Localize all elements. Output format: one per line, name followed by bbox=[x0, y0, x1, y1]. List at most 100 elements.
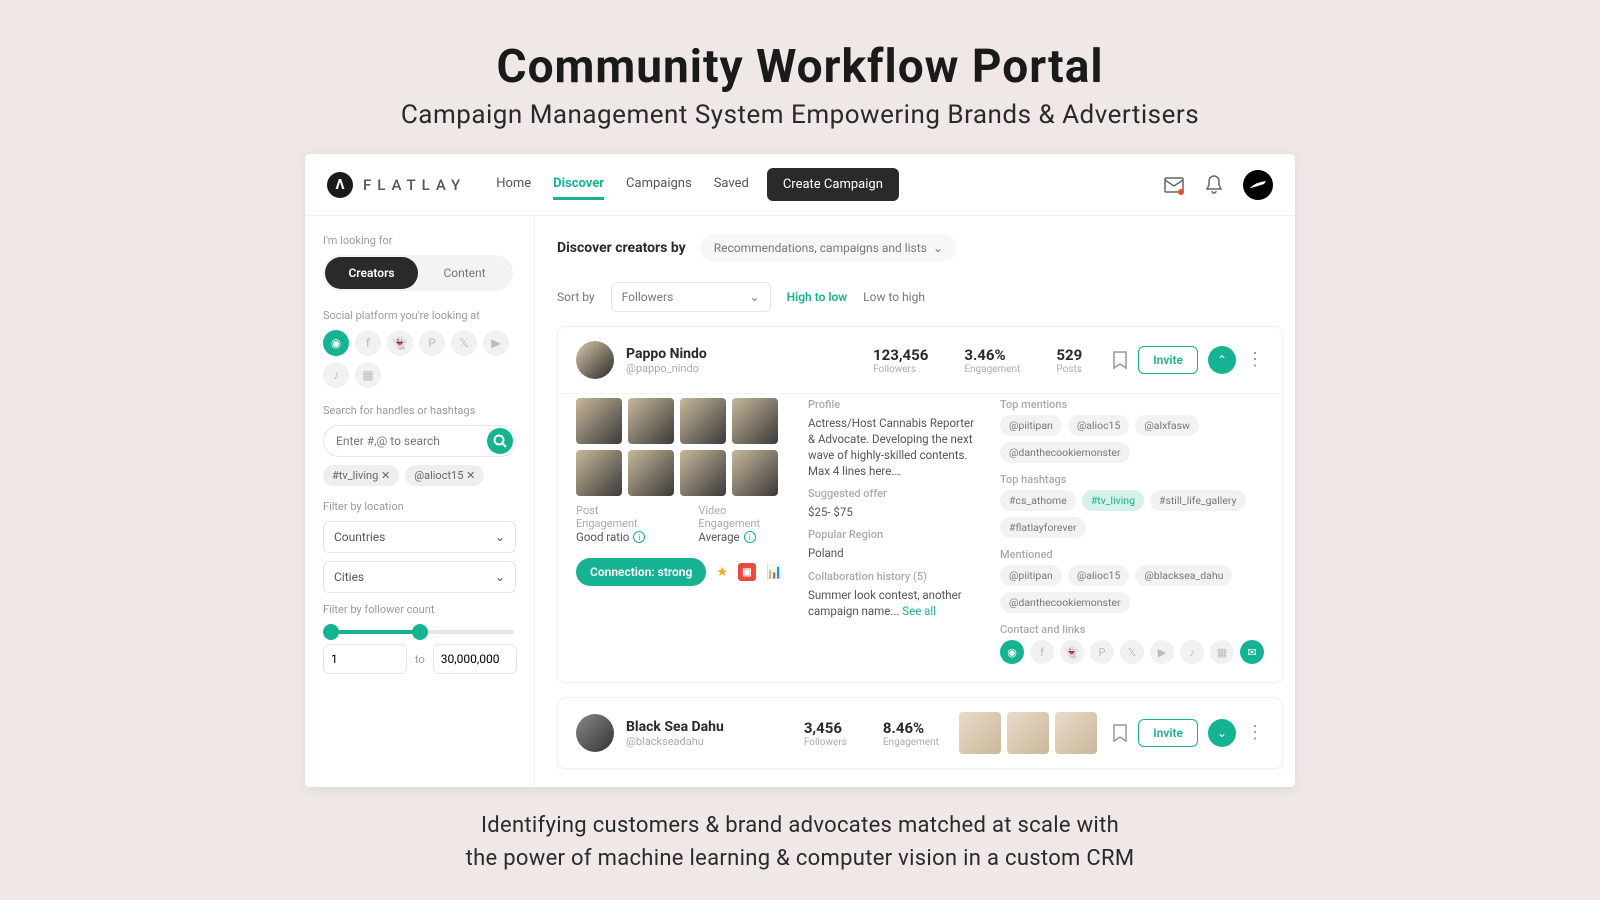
platform-youtube-icon[interactable]: ▶ bbox=[483, 330, 509, 356]
analytics-icon[interactable]: 📊 bbox=[766, 565, 782, 580]
info-icon[interactable]: i bbox=[633, 531, 645, 543]
see-all-link[interactable]: See all bbox=[902, 604, 936, 618]
creator-name[interactable]: Pappo Nindo bbox=[626, 346, 707, 362]
engagement-stat: 3.46%Engagement bbox=[964, 346, 1020, 375]
video-engagement-stat: Video EngagementAveragei bbox=[698, 504, 786, 544]
more-menu-icon[interactable]: ⋮ bbox=[1246, 351, 1264, 369]
link-web-icon[interactable]: ▦ bbox=[1210, 640, 1234, 664]
post-thumb[interactable] bbox=[576, 398, 622, 444]
brand-avatar[interactable] bbox=[1243, 170, 1273, 200]
link-twitter-icon[interactable]: 𝕏 bbox=[1120, 640, 1144, 664]
mentioned-tag[interactable]: @blacksea_dahu bbox=[1135, 565, 1232, 586]
preview-thumbs bbox=[959, 712, 1097, 754]
followers-max-input[interactable] bbox=[433, 644, 517, 674]
bell-icon[interactable] bbox=[1203, 174, 1225, 196]
mentioned-tag[interactable]: @alioc15 bbox=[1068, 565, 1130, 586]
cities-select[interactable]: Cities⌄ bbox=[323, 561, 516, 593]
slider-thumb-min[interactable] bbox=[323, 624, 339, 640]
invite-button[interactable]: Invite bbox=[1138, 719, 1198, 747]
link-instagram-icon[interactable]: ◉ bbox=[1000, 640, 1024, 664]
hashtag-tag[interactable]: #flatlayforever bbox=[1000, 517, 1086, 538]
looking-for-label: I'm looking for bbox=[323, 234, 516, 247]
mentioned-tag[interactable]: @danthecookiemonster bbox=[1000, 592, 1130, 613]
followers-slider[interactable] bbox=[325, 630, 514, 634]
more-menu-icon[interactable]: ⋮ bbox=[1246, 724, 1264, 742]
filter-chip[interactable]: #tv_living ✕ bbox=[323, 465, 399, 486]
post-thumb[interactable] bbox=[1007, 712, 1049, 754]
mention-tag[interactable]: @piitipan bbox=[1000, 415, 1062, 436]
discover-by-dropdown[interactable]: Recommendations, campaigns and lists⌄ bbox=[700, 234, 957, 262]
platform-instagram-icon[interactable]: ◉ bbox=[323, 330, 349, 356]
sort-label: Sort by bbox=[557, 290, 595, 304]
mention-tag[interactable]: @danthecookiemonster bbox=[1000, 442, 1130, 463]
post-thumb[interactable] bbox=[680, 450, 726, 496]
sort-high-to-low[interactable]: High to low bbox=[787, 290, 848, 304]
bookmark-icon[interactable] bbox=[1112, 351, 1128, 369]
posts-stat: 529Posts bbox=[1056, 346, 1082, 375]
link-pinterest-icon[interactable]: P bbox=[1090, 640, 1114, 664]
sort-low-to-high[interactable]: Low to high bbox=[863, 290, 925, 304]
nav-discover[interactable]: Discover bbox=[553, 170, 604, 200]
invite-button[interactable]: Invite bbox=[1138, 346, 1198, 374]
nav-campaigns[interactable]: Campaigns bbox=[626, 170, 692, 200]
mention-tag[interactable]: @alxfasw bbox=[1135, 415, 1199, 436]
bookmark-icon[interactable] bbox=[1112, 724, 1128, 742]
chevron-down-icon: ⌄ bbox=[495, 570, 505, 584]
link-email-icon[interactable]: ✉ bbox=[1240, 640, 1264, 664]
mail-icon[interactable] bbox=[1163, 174, 1185, 196]
countries-select[interactable]: Countries⌄ bbox=[323, 521, 516, 553]
link-snapchat-icon[interactable]: 👻 bbox=[1060, 640, 1084, 664]
platform-snapchat-icon[interactable]: 👻 bbox=[387, 330, 413, 356]
creator-avatar[interactable] bbox=[576, 714, 614, 752]
sort-field-select[interactable]: Followers⌄ bbox=[611, 282, 771, 312]
post-thumb[interactable] bbox=[732, 398, 778, 444]
platform-pinterest-icon[interactable]: P bbox=[419, 330, 445, 356]
tab-content[interactable]: Content bbox=[418, 257, 511, 289]
expand-button[interactable]: ⌄ bbox=[1208, 719, 1236, 747]
post-thumb[interactable] bbox=[732, 450, 778, 496]
creator-name[interactable]: Black Sea Dahu bbox=[626, 719, 724, 735]
collapse-button[interactable]: ⌃ bbox=[1208, 346, 1236, 374]
nav-saved[interactable]: Saved bbox=[714, 170, 749, 200]
filter-chip[interactable]: @alioct15 ✕ bbox=[405, 465, 484, 486]
hashtags-heading: Top hashtags bbox=[1000, 473, 1264, 486]
post-thumb[interactable] bbox=[628, 450, 674, 496]
platform-tiktok-icon[interactable]: ♪ bbox=[323, 362, 349, 388]
slider-thumb-max[interactable] bbox=[412, 624, 428, 640]
brand-logo[interactable]: Λ FLATLAY bbox=[327, 172, 466, 198]
platform-other-icon[interactable]: ▦ bbox=[355, 362, 381, 388]
post-thumb[interactable] bbox=[959, 712, 1001, 754]
collab-heading: Collaboration history (5) bbox=[808, 570, 978, 583]
hashtag-tag[interactable]: #cs_athome bbox=[1000, 490, 1076, 511]
link-youtube-icon[interactable]: ▶ bbox=[1150, 640, 1174, 664]
star-icon: ★ bbox=[716, 565, 728, 580]
mentioned-tag[interactable]: @piitipan bbox=[1000, 565, 1062, 586]
hero-subtitle: Campaign Management System Empowering Br… bbox=[401, 100, 1199, 130]
chevron-down-icon: ⌄ bbox=[495, 530, 505, 544]
topbar: Λ FLATLAY Home Discover Campaigns Saved … bbox=[305, 154, 1295, 216]
mention-tag[interactable]: @alioc15 bbox=[1068, 415, 1130, 436]
link-tiktok-icon[interactable]: ♪ bbox=[1180, 640, 1204, 664]
mentioned-heading: Mentioned bbox=[1000, 548, 1264, 561]
looking-for-toggle: Creators Content bbox=[323, 255, 513, 291]
nav-home[interactable]: Home bbox=[496, 170, 531, 200]
hero-title: Community Workflow Portal bbox=[496, 40, 1103, 94]
info-icon[interactable]: i bbox=[744, 531, 756, 543]
followers-min-input[interactable] bbox=[323, 644, 407, 674]
hashtag-tag[interactable]: #still_life_gallery bbox=[1150, 490, 1246, 511]
post-thumb[interactable] bbox=[1055, 712, 1097, 754]
platform-facebook-icon[interactable]: f bbox=[355, 330, 381, 356]
creator-avatar[interactable] bbox=[576, 341, 614, 379]
tab-creators[interactable]: Creators bbox=[325, 257, 418, 289]
create-campaign-button[interactable]: Create Campaign bbox=[767, 168, 899, 201]
search-button[interactable] bbox=[487, 428, 513, 454]
post-thumb[interactable] bbox=[628, 398, 674, 444]
search-label: Search for handles or hashtags bbox=[323, 404, 516, 417]
contact-heading: Contact and links bbox=[1000, 623, 1264, 636]
platform-twitter-icon[interactable]: 𝕏 bbox=[451, 330, 477, 356]
hashtag-tag[interactable]: #tv_living bbox=[1082, 490, 1144, 511]
post-thumb[interactable] bbox=[680, 398, 726, 444]
post-thumb[interactable] bbox=[576, 450, 622, 496]
offer-value: $25- $75 bbox=[808, 504, 978, 520]
link-facebook-icon[interactable]: f bbox=[1030, 640, 1054, 664]
